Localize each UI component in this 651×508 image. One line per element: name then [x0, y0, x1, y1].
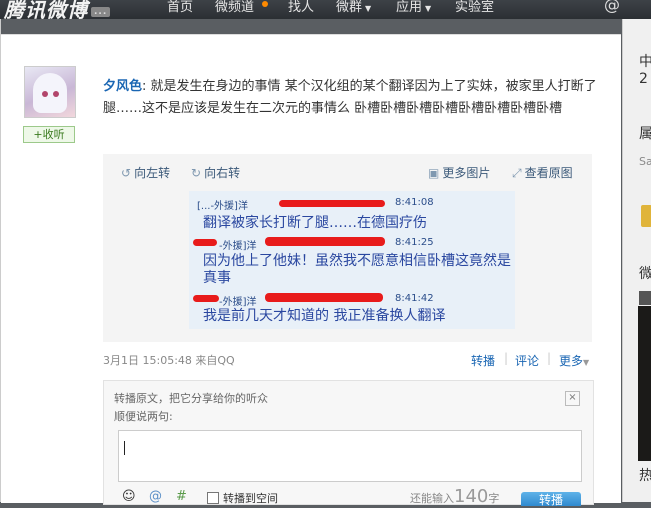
divider: | [504, 351, 509, 365]
image-attachment: ↺ 向左转 ↻ 向右转 ▣ 更多图片 ⤢ 查看原图 [...-外援]洋 8:41:08 … [103, 154, 592, 342]
repost-hint: 转播原文，把它分享给你的听众 [114, 392, 268, 405]
share-to-qzone-checkbox[interactable] [207, 492, 219, 504]
site-logo[interactable]: 腾讯微博... [4, 0, 111, 23]
sidebar-image[interactable] [638, 306, 651, 461]
follow-button[interactable]: +收听 [23, 126, 75, 143]
chat-message: 我是前几天才知道的 我正准备换人翻译 [203, 308, 446, 324]
share-to-qzone-label: 转播到空间 [223, 492, 278, 505]
redaction-mark [265, 237, 385, 246]
nav-channel[interactable]: 微频道 [215, 0, 254, 15]
nav-find-people[interactable]: 找人 [288, 0, 314, 15]
right-sidebar: 中 2 属 Sa 微 热 [622, 19, 651, 502]
sidebar-tag [639, 291, 651, 305]
chevron-down-icon: ▼ [425, 4, 432, 13]
gift-icon[interactable] [641, 205, 651, 227]
repost-prompt: 顺便说两句: [114, 410, 173, 423]
repost-link[interactable]: 转播 [471, 352, 495, 369]
sidebar-text: 中 [639, 51, 651, 71]
chevron-down-icon: ▼ [365, 4, 372, 13]
avatar-eye [42, 91, 48, 97]
redaction-mark [279, 200, 385, 207]
more-images-button[interactable]: ▣ 更多图片 [428, 164, 490, 181]
redaction-mark [193, 295, 219, 302]
nav-groups[interactable]: 微群 ▼ [336, 0, 371, 15]
sidebar-text[interactable]: Sa [639, 155, 651, 168]
avatar-figure [33, 73, 67, 113]
author-name[interactable]: 夕风色 [103, 79, 142, 94]
char-counter: 还能输入140字 [410, 486, 500, 507]
text-cursor [124, 441, 125, 455]
close-icon[interactable]: × [565, 391, 580, 406]
sidebar-text[interactable]: 属 [639, 123, 651, 143]
chevron-down-icon: ▼ [583, 358, 590, 367]
redaction-mark [193, 239, 217, 246]
chat-screenshot-image[interactable]: [...-外援]洋 8:41:08 翻译被家长打断了腿……在德国疗伤 -外援]洋… [189, 191, 515, 329]
chat-message: 因为他上了他妹！虽然我不愿意相信卧槽这竟然是真事 [203, 253, 511, 286]
chat-message: 翻译被家长打断了腿……在德国疗伤 [203, 215, 427, 231]
nav-lab[interactable]: 实验室 [455, 0, 494, 15]
divider: | [547, 351, 552, 365]
nav-home[interactable]: 首页 [167, 0, 193, 15]
sidebar-text[interactable]: 微 [639, 263, 651, 283]
nav-apps[interactable]: 应用 ▼ [396, 0, 431, 15]
rotate-left-icon: ↺ [121, 166, 132, 180]
chat-header: [...-外援]洋 8:41:08 [197, 197, 434, 212]
author-colon: : [142, 79, 147, 94]
repost-comment-input[interactable] [118, 430, 582, 482]
avatar[interactable] [24, 66, 76, 118]
expand-icon: ⤢ [512, 166, 522, 180]
rotate-right-button[interactable]: ↻ 向右转 [191, 164, 240, 181]
feed-panel: +收听 夕风色: 就是发生在身边的事情 某个汉化组的某个翻译因为上了实妹，被家里… [1, 34, 621, 507]
logo-badge: ... [91, 6, 111, 17]
post-body: 夕风色: 就是发生在身边的事情 某个汉化组的某个翻译因为上了实妹，被家里人打断了… [103, 76, 598, 120]
repost-box: 转播原文，把它分享给你的听众 顺便说两句: × ☺ @ # 转播到空间 还能输入… [103, 380, 594, 507]
top-navigation-bar: 腾讯微博... 首页 微频道 找人 微群 ▼ 应用 ▼ 实验室 @ [0, 0, 651, 22]
repost-submit-button[interactable]: 转播 [521, 492, 581, 507]
more-menu[interactable]: 更多▼ [559, 352, 589, 369]
avatar-eye [53, 91, 59, 97]
sidebar-text[interactable]: 热 [639, 465, 651, 485]
rotate-left-button[interactable]: ↺ 向左转 [121, 164, 170, 181]
rotate-right-icon: ↻ [191, 166, 202, 180]
post-content: 就是发生在身边的事情 某个汉化组的某个翻译因为上了实妹，被家里人打断了腿……这不… [103, 79, 597, 116]
image-icon: ▣ [428, 166, 440, 180]
redaction-mark [265, 293, 383, 302]
mention-icon[interactable]: @ [604, 0, 620, 14]
comment-link[interactable]: 评论 [515, 352, 539, 369]
notification-dot [262, 1, 268, 7]
view-original-button[interactable]: ⤢ 查看原图 [512, 164, 573, 181]
sidebar-text: 2 [639, 71, 648, 87]
post-timestamp[interactable]: 3月1日 15:05:48 来自QQ [103, 352, 235, 368]
